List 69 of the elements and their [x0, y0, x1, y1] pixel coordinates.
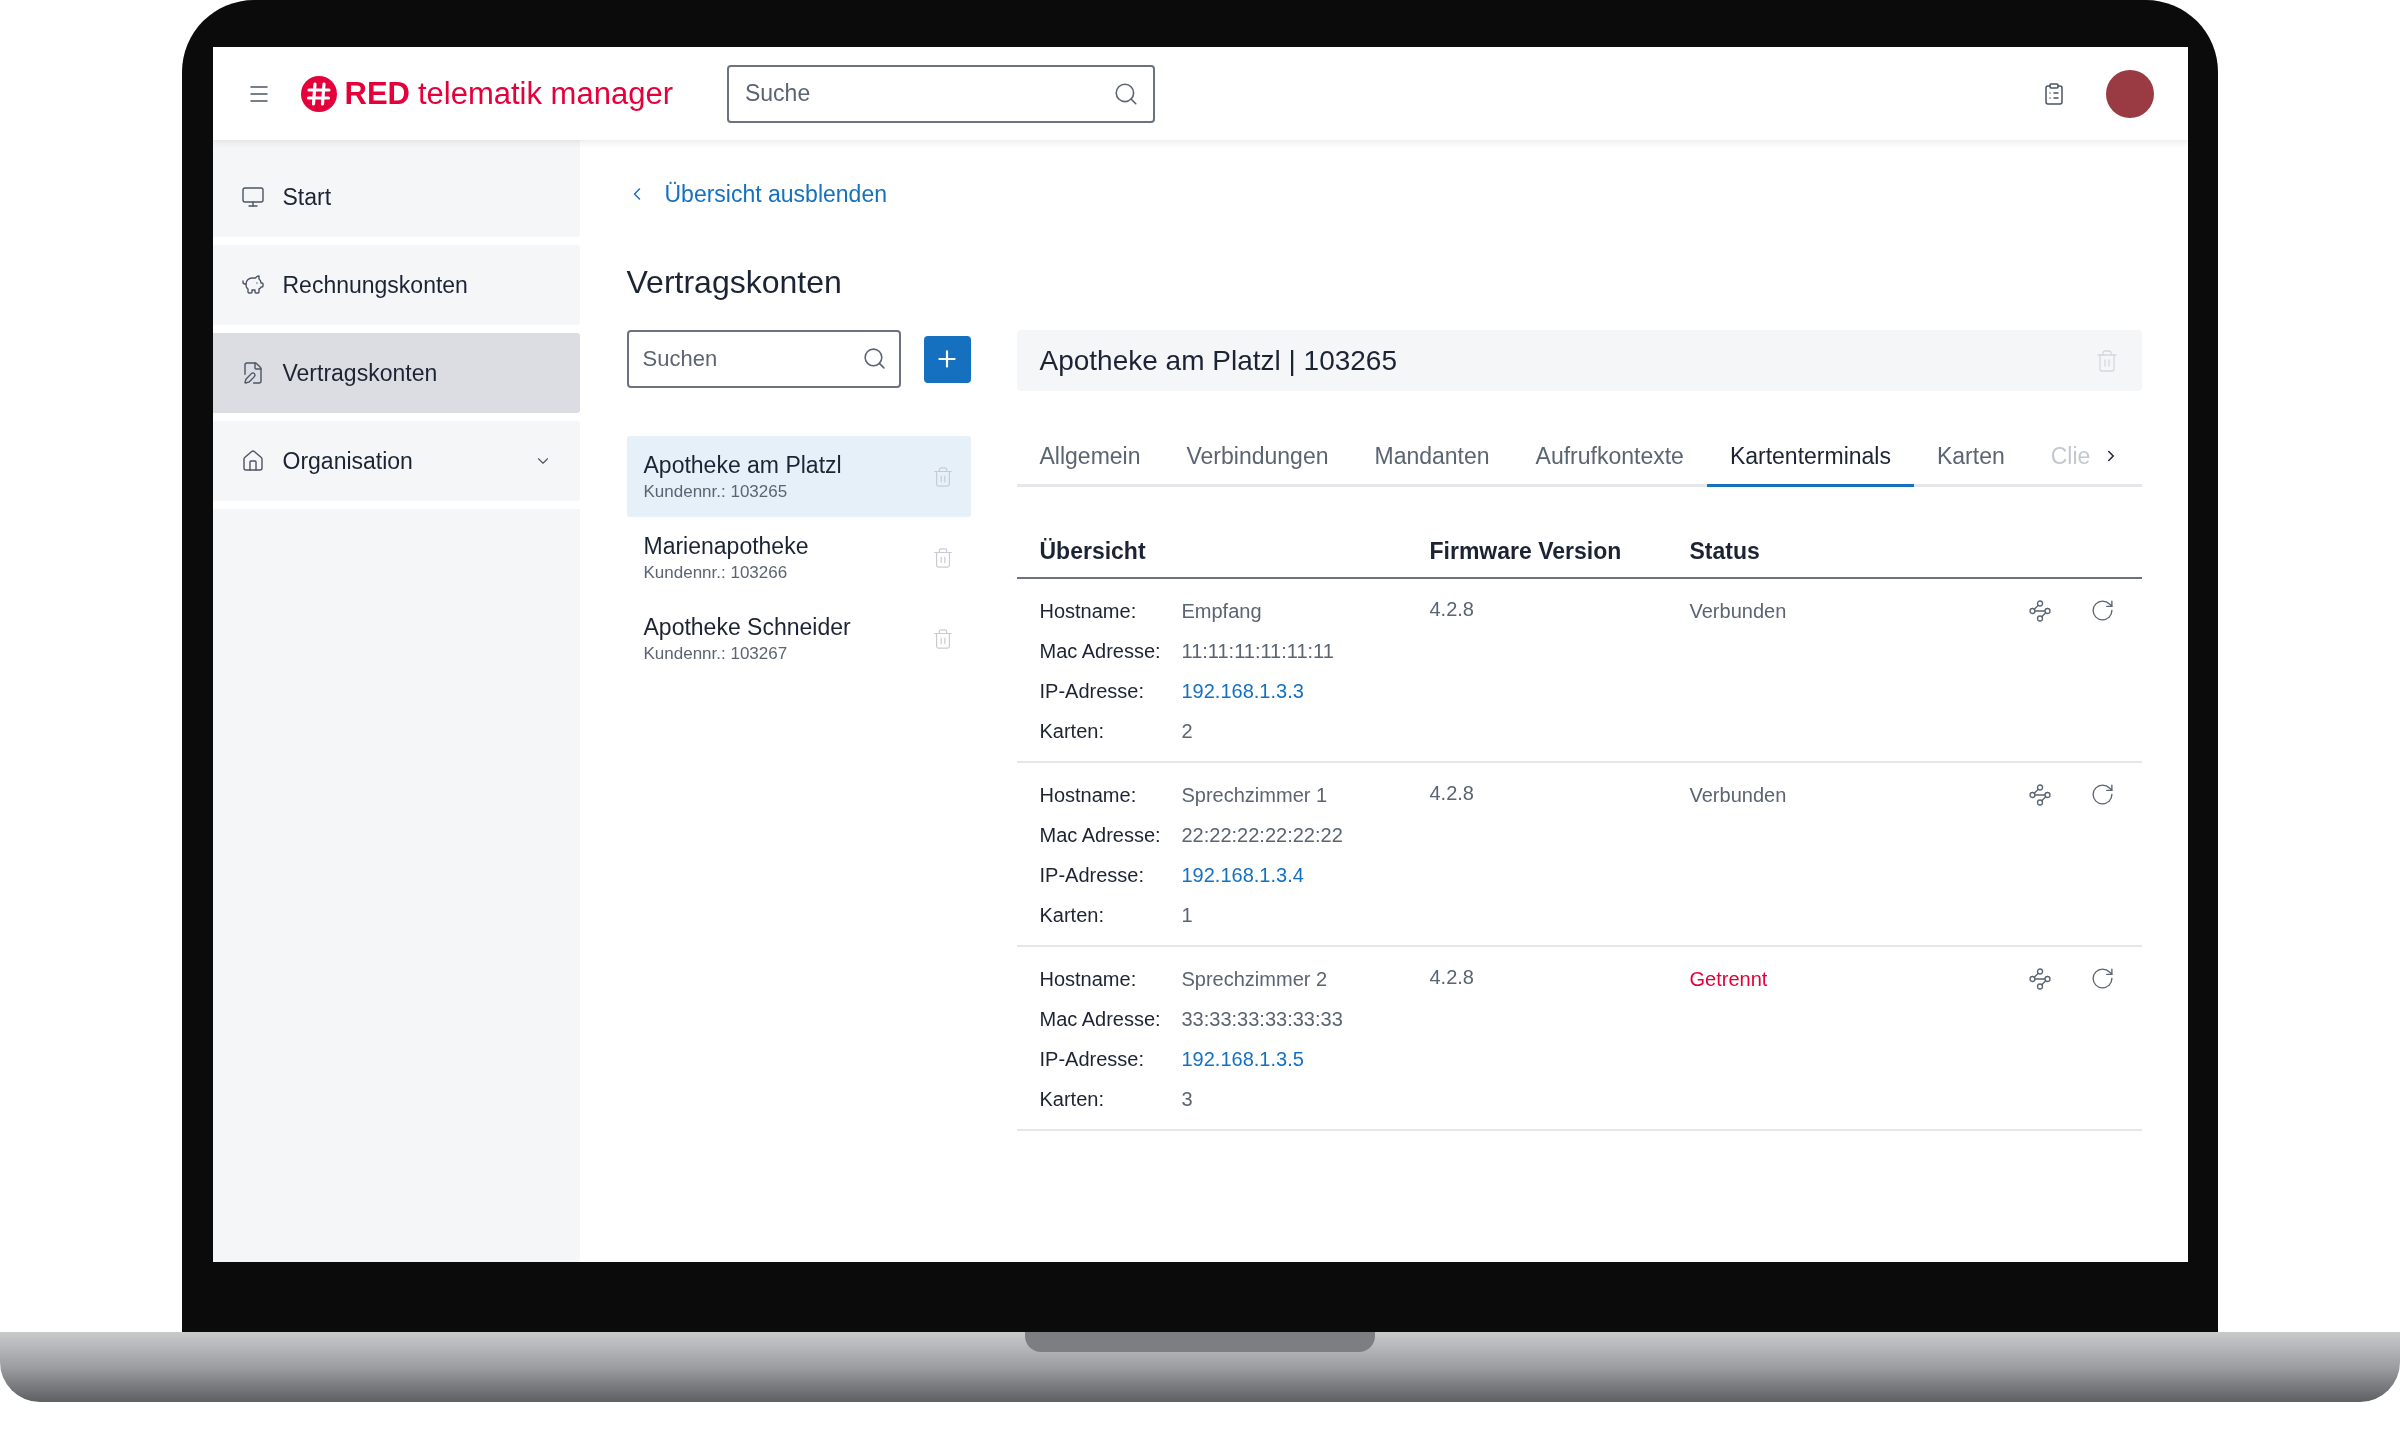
house-icon — [240, 449, 265, 473]
monitor-icon — [240, 185, 265, 209]
refresh-icon[interactable] — [2089, 782, 2115, 807]
account-name: Apotheke Schneider — [643, 612, 852, 642]
field-value: 22:22:22:22:22:22 — [1181, 822, 1343, 848]
firmware-version: 4.2.8 — [1429, 780, 1474, 806]
tab[interactable]: Verbindungen — [1163, 439, 1352, 487]
customer-number: Kundennr.: 103265 — [643, 480, 789, 503]
column-header: Firmware Version — [1429, 537, 1623, 567]
field-label: Karten: — [1039, 718, 1105, 744]
firmware-version: 4.2.8 — [1429, 964, 1474, 990]
tab[interactable]: Kartenterminals — [1706, 439, 1914, 487]
sidebar-item[interactable]: Start — [212, 140, 580, 237]
account-name: Apotheke am Platzl — [643, 450, 843, 480]
field-label: Hostname: — [1039, 966, 1138, 992]
tab[interactable]: Karten — [1913, 439, 2028, 487]
network-icon[interactable] — [2027, 966, 2052, 991]
field-label: IP-Adresse: — [1039, 678, 1145, 704]
field-label: Hostname: — [1039, 782, 1138, 808]
firmware-version: 4.2.8 — [1429, 596, 1474, 622]
ip-link[interactable]: 192.168.1.3.3 — [1181, 675, 1304, 706]
field-label: Mac Adresse: — [1039, 638, 1162, 664]
sidebar-item[interactable]: Vertragskonten — [212, 333, 580, 413]
logo-brand: RED — [344, 78, 410, 109]
detail-title: Apotheke am Platzl | 103265 — [1039, 343, 1398, 378]
field-label: Mac Adresse: — [1039, 822, 1162, 848]
hide-overview-link[interactable]: Übersicht ausblenden — [626, 174, 2188, 214]
ip-link[interactable]: 192.168.1.3.4 — [1181, 859, 1304, 890]
field-value: 33:33:33:33:33:33 — [1181, 1006, 1343, 1032]
column-header: Status — [1689, 537, 1760, 567]
search-icon[interactable] — [861, 346, 887, 371]
status-text: Getrennt — [1689, 966, 1768, 992]
logo-icon — [300, 75, 337, 112]
ip-link[interactable]: 192.168.1.3.5 — [1181, 1043, 1304, 1074]
field-value: 3 — [1181, 1086, 1193, 1112]
status-text: Verbunden — [1689, 598, 1787, 624]
field-value: Sprechzimmer 1 — [1181, 782, 1328, 808]
search-field[interactable]: Suche — [726, 64, 1155, 123]
tab[interactable]: Allgemein — [1016, 439, 1164, 487]
field-label: Karten: — [1039, 902, 1105, 928]
customer-number: Kundennr.: 103267 — [643, 642, 789, 665]
sidebar-item[interactable]: Organisation — [212, 421, 580, 501]
field-label: Hostname: — [1039, 598, 1138, 624]
sidebar-item[interactable]: Rechnungskonten — [212, 245, 580, 325]
refresh-icon[interactable] — [2089, 966, 2115, 991]
customer-number: Kundennr.: 103266 — [643, 561, 789, 584]
field-label: IP-Adresse: — [1039, 1046, 1145, 1072]
account-list-item[interactable]: Apotheke am Platzl Kundennr.: 103265 — [626, 436, 971, 517]
piggy-bank-icon — [240, 273, 265, 297]
column-header: Übersicht — [1039, 537, 1147, 567]
refresh-icon[interactable] — [2089, 598, 2115, 623]
field-label: Karten: — [1039, 1086, 1105, 1112]
field-value: 11:11:11:11:11:11 — [1181, 638, 1334, 664]
network-icon[interactable] — [2027, 598, 2052, 623]
account-name: Marienapotheke — [643, 531, 810, 561]
add-button[interactable] — [923, 335, 971, 383]
tab[interactable]: Aufrufkontexte — [1512, 439, 1707, 487]
tab[interactable]: Mandanten — [1351, 439, 1513, 487]
field-value: Empfang — [1181, 598, 1262, 624]
network-icon[interactable] — [2027, 782, 2052, 807]
field-value: Sprechzimmer 2 — [1181, 966, 1328, 992]
field-value: 2 — [1181, 718, 1193, 744]
page-title: Vertragskonten — [626, 263, 843, 302]
field-label: Mac Adresse: — [1039, 1006, 1162, 1032]
field-label: IP-Adresse: — [1039, 862, 1145, 888]
logo-product: telematik manager — [417, 78, 673, 109]
status-text: Verbunden — [1689, 782, 1787, 808]
field-value: 1 — [1181, 902, 1193, 928]
search-field[interactable]: Suchen — [626, 330, 901, 388]
